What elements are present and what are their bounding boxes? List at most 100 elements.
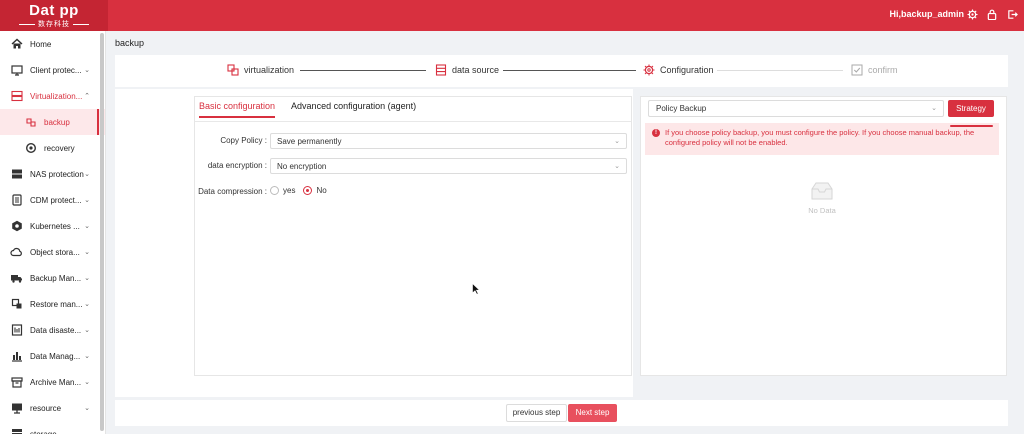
chevron-down-icon: ⌄ bbox=[84, 430, 90, 434]
chevron-down-icon: ⌄ bbox=[84, 327, 90, 334]
compression-yes-radio[interactable]: yes bbox=[270, 186, 295, 195]
sidebar-item-backup-management[interactable]: Backup Man... ⌄ bbox=[0, 265, 105, 291]
tab-advanced-configuration[interactable]: Advanced configuration (agent) bbox=[291, 101, 416, 118]
sidebar-item-label: recovery bbox=[44, 143, 75, 153]
virtualization-step-icon bbox=[227, 64, 239, 76]
empty-state: No Data bbox=[790, 180, 854, 215]
data-encryption-label: data encryption : bbox=[207, 161, 267, 170]
sidebar-item-label: Restore man... bbox=[30, 299, 83, 309]
sidebar-scrollbar[interactable] bbox=[100, 33, 104, 431]
step-connector bbox=[503, 70, 636, 71]
sidebar-item-cdm-protection[interactable]: CDM protect... ⌄ bbox=[0, 187, 105, 213]
cloud-icon bbox=[10, 246, 23, 259]
sidebar-item-recovery[interactable]: recovery bbox=[0, 135, 105, 161]
sidebar-item-kubernetes[interactable]: Kubernetes ... ⌄ bbox=[0, 213, 105, 239]
chevron-down-icon: ⌄ bbox=[84, 171, 90, 178]
backup-icon bbox=[24, 116, 37, 129]
radio-label: yes bbox=[283, 186, 296, 195]
compression-no-radio[interactable]: No bbox=[303, 186, 327, 195]
sidebar-item-archive-management[interactable]: Archive Man... ⌄ bbox=[0, 369, 105, 395]
sidebar-item-home[interactable]: Home bbox=[0, 31, 105, 57]
home-icon bbox=[10, 38, 23, 51]
chevron-down-icon: ⌄ bbox=[84, 379, 90, 386]
policy-backup-value: Policy Backup bbox=[656, 104, 707, 113]
sidebar-item-label: CDM protect... bbox=[30, 195, 82, 205]
chevron-down-icon: ⌄ bbox=[84, 249, 90, 256]
chevron-down-icon: ⌄ bbox=[84, 405, 90, 412]
chevron-down-icon: ⌄ bbox=[84, 223, 90, 230]
chevron-down-icon: ⌄ bbox=[84, 67, 90, 74]
data-encryption-select[interactable]: No encryption ⌄ bbox=[270, 158, 627, 174]
recovery-icon bbox=[24, 142, 37, 155]
step-confirm: confirm bbox=[851, 64, 898, 76]
data-compression-row: Data compression : yes No bbox=[195, 184, 631, 200]
next-step-button[interactable]: Next step bbox=[568, 404, 617, 422]
sidebar-item-label: Data Manag... bbox=[30, 351, 81, 361]
user-greeting[interactable]: Hi,backup_admin bbox=[889, 9, 964, 19]
policy-backup-select[interactable]: Policy Backup ⌄ bbox=[648, 100, 944, 117]
archive-icon bbox=[10, 376, 23, 389]
brand-name: Dat pp bbox=[29, 2, 79, 19]
sidebar-item-label: Kubernetes ... bbox=[30, 221, 80, 231]
data-encryption-value: No encryption bbox=[277, 162, 327, 171]
sidebar-item-data-disaster[interactable]: Data disaste... ⌄ bbox=[0, 317, 105, 343]
sidebar-item-label: Object stora... bbox=[30, 247, 80, 257]
chart-icon bbox=[10, 350, 23, 363]
virtualization-icon bbox=[10, 90, 23, 103]
brand-subtitle: 数存科技 bbox=[0, 20, 108, 29]
chevron-down-icon: ⌄ bbox=[84, 275, 90, 282]
step-data-source: data source bbox=[435, 64, 499, 76]
sidebar-item-label: Archive Man... bbox=[30, 377, 82, 387]
sidebar-item-label: Backup Man... bbox=[30, 273, 82, 283]
logout-icon[interactable] bbox=[1006, 7, 1018, 21]
tab-divider bbox=[195, 121, 631, 122]
step-connector bbox=[300, 70, 426, 71]
sidebar-item-data-management[interactable]: Data Manag... ⌄ bbox=[0, 343, 105, 369]
gear-icon bbox=[643, 64, 655, 76]
cdm-icon bbox=[10, 194, 23, 207]
radio-circle bbox=[303, 186, 313, 195]
sidebar-item-restore-management[interactable]: Restore man... ⌄ bbox=[0, 291, 105, 317]
chevron-down-icon: ⌄ bbox=[84, 197, 90, 204]
top-bar: Dat pp 数存科技 Hi,backup_admin bbox=[0, 0, 1024, 31]
empty-text: No Data bbox=[808, 206, 836, 215]
sidebar-item-storage[interactable]: storage ⌄ bbox=[0, 421, 105, 434]
sidebar-item-virtualization[interactable]: Virtualization... ⌃ bbox=[0, 83, 105, 109]
copy-policy-select[interactable]: Save permanently ⌄ bbox=[270, 133, 627, 149]
radio-label: No bbox=[316, 186, 327, 195]
empty-box-icon bbox=[809, 180, 835, 202]
policy-warning-alert: ! If you choose policy backup, you must … bbox=[645, 123, 999, 155]
sidebar-item-label: NAS protection bbox=[30, 169, 84, 179]
step-connector bbox=[717, 70, 843, 71]
page-title: backup bbox=[115, 38, 145, 48]
storage-icon bbox=[10, 428, 23, 434]
sidebar-item-object-storage[interactable]: Object stora... ⌄ bbox=[0, 239, 105, 265]
nas-icon bbox=[10, 168, 23, 181]
sidebar-item-label: Home bbox=[30, 39, 52, 49]
strategy-underline bbox=[950, 125, 993, 127]
sidebar: Home Client protec... ⌄ Virtualization..… bbox=[0, 31, 106, 434]
step-label: data source bbox=[452, 65, 500, 75]
sidebar-item-label: backup bbox=[44, 117, 70, 127]
radio-circle bbox=[270, 186, 279, 195]
chevron-up-icon: ⌃ bbox=[84, 93, 90, 100]
copy-policy-row: Copy Policy : Save permanently ⌄ bbox=[195, 133, 631, 149]
previous-step-button[interactable]: previous step bbox=[506, 404, 567, 422]
sidebar-item-nas-protection[interactable]: NAS protection ⌄ bbox=[0, 161, 105, 187]
sidebar-item-resource[interactable]: resource ⌄ bbox=[0, 395, 105, 421]
sidebar-item-client-protection[interactable]: Client protec... ⌄ bbox=[0, 57, 105, 83]
checkbox-icon bbox=[851, 64, 863, 76]
chevron-down-icon: ⌄ bbox=[84, 301, 90, 308]
tab-basic-configuration[interactable]: Basic configuration bbox=[199, 101, 276, 118]
config-card: Basic configuration Advanced configurati… bbox=[194, 96, 632, 376]
client-icon bbox=[10, 64, 23, 77]
gear-icon[interactable] bbox=[966, 7, 978, 21]
disaster-icon bbox=[10, 324, 23, 337]
database-icon bbox=[435, 64, 447, 76]
kubernetes-icon bbox=[10, 220, 23, 233]
sidebar-item-backup[interactable]: backup bbox=[0, 109, 105, 135]
lock-icon[interactable] bbox=[986, 7, 998, 21]
alert-text: If you choose policy backup, you must co… bbox=[665, 128, 975, 147]
data-encryption-row: data encryption : No encryption ⌄ bbox=[195, 158, 631, 174]
strategy-button[interactable]: Strategy bbox=[948, 100, 994, 117]
